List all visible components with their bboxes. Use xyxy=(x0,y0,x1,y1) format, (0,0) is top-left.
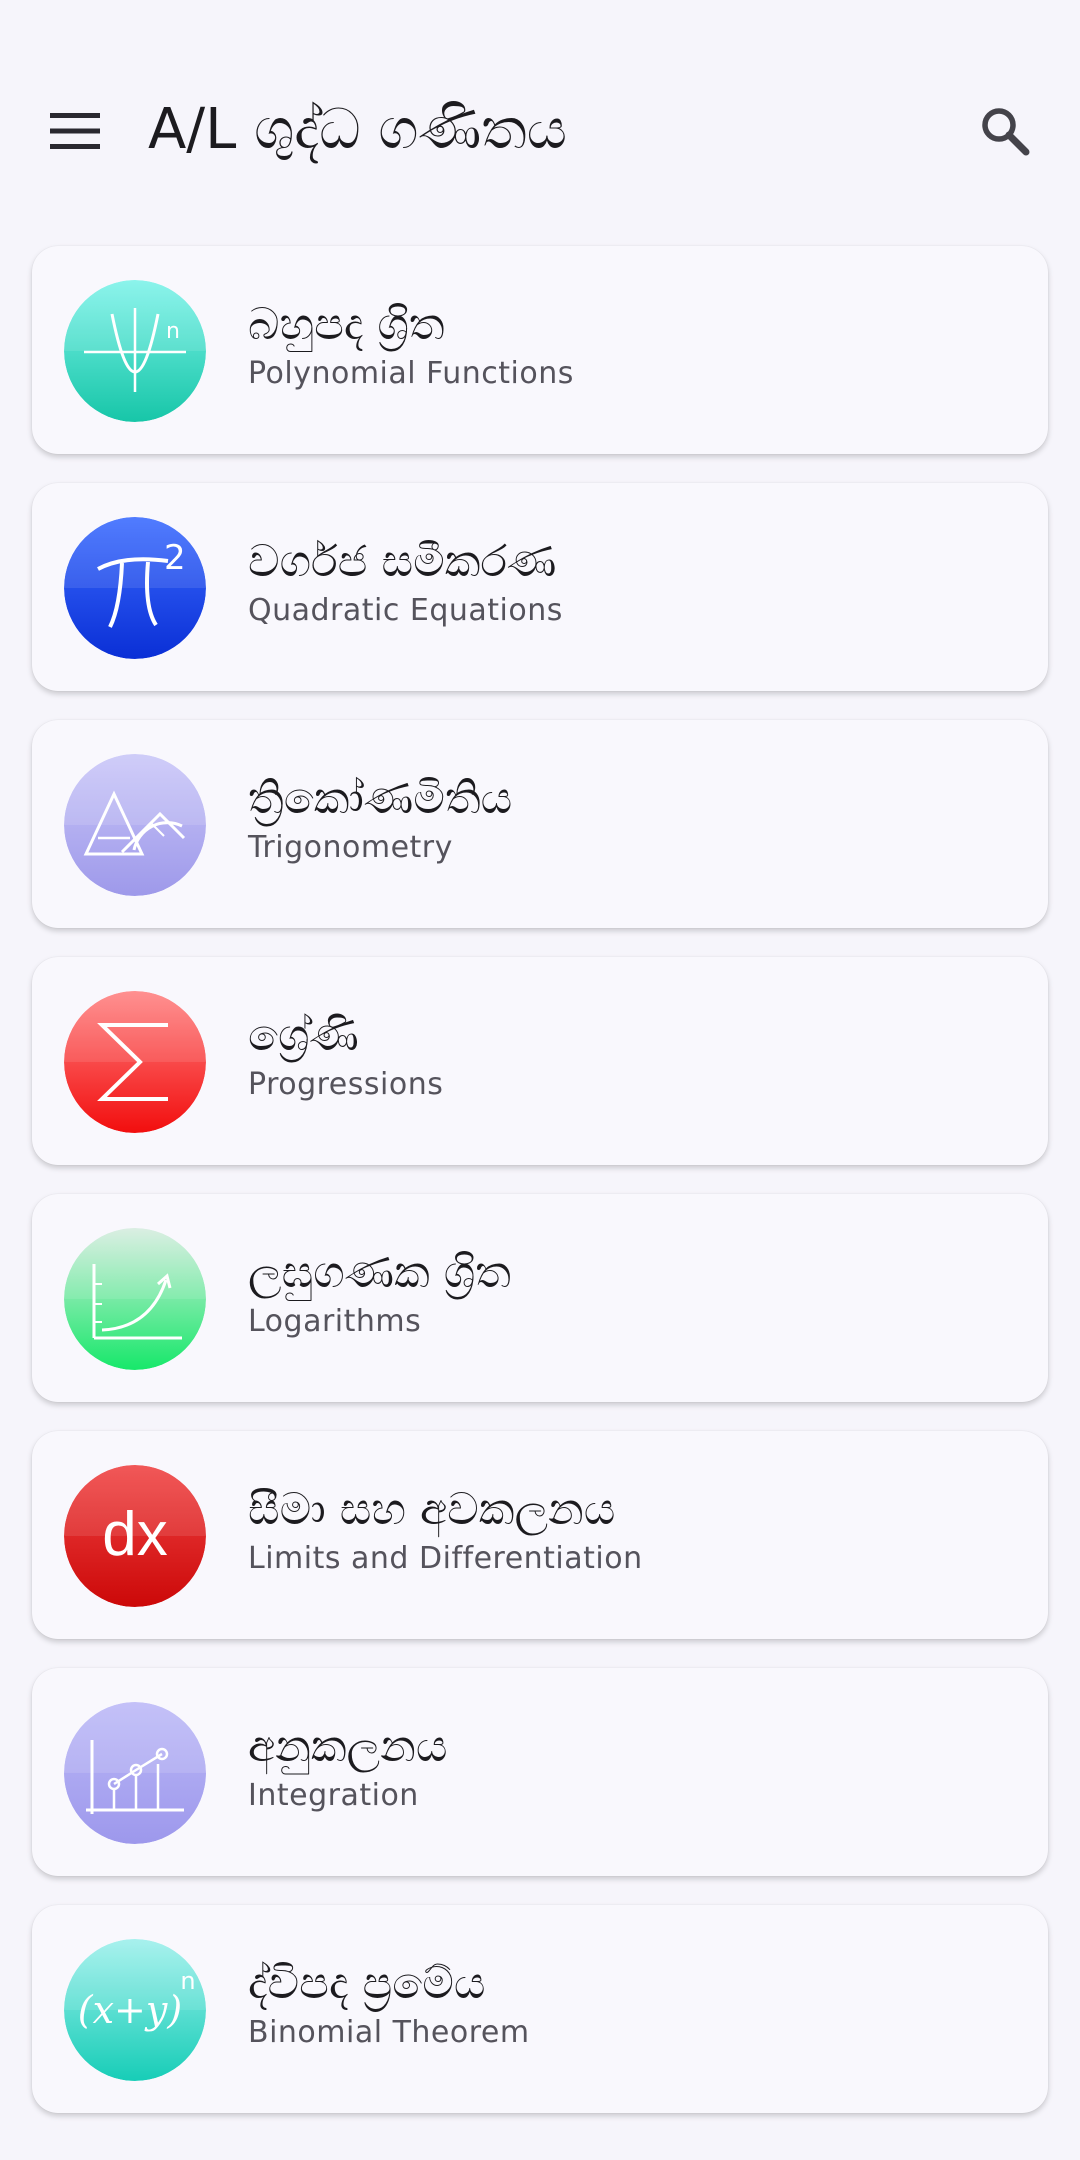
topic-title-si: ද්විපද ප්‍රමේය xyxy=(248,1958,486,2009)
svg-text:n: n xyxy=(180,1967,195,1995)
topic-title-en: Integration xyxy=(248,1778,419,1813)
topic-card-logarithms[interactable]: ලඝුගණක ශ්‍රිත Logarithms xyxy=(32,1194,1048,1402)
topic-title-si: සීමා සහ අවකලනය xyxy=(248,1484,616,1535)
topic-card-integration[interactable]: අනුකලනය Integration xyxy=(32,1668,1048,1876)
parabola-icon: n xyxy=(64,280,206,422)
topic-title-en: Polynomial Functions xyxy=(248,356,574,391)
topic-title-si: ත්‍රිකෝණමිතිය xyxy=(248,773,513,824)
topic-badge: 2 xyxy=(64,517,206,659)
topic-title-en: Binomial Theorem xyxy=(248,2015,530,2050)
search-icon xyxy=(982,108,1030,156)
exponential-curve-icon xyxy=(64,1228,206,1370)
topic-badge xyxy=(64,1702,206,1844)
sigma-icon xyxy=(64,991,206,1133)
topic-card-progressions[interactable]: ශ්‍රේණි Progressions xyxy=(32,957,1048,1165)
topic-card-binomial-theorem[interactable]: (x+y) n ද්විපද ප්‍රමේය Binomial Theorem xyxy=(32,1905,1048,2113)
topic-title-si: වර්ගජ සමීකරණ xyxy=(248,536,557,587)
topic-title-en: Limits and Differentiation xyxy=(248,1541,643,1576)
topic-badge xyxy=(64,1228,206,1370)
dx-icon: dx xyxy=(64,1465,206,1607)
topic-card-quadratic-equations[interactable]: 2 වර්ගජ සමීකරණ Quadratic Equations xyxy=(32,483,1048,691)
topic-card-trigonometry[interactable]: ත්‍රිකෝණමිතිය Trigonometry xyxy=(32,720,1048,928)
menu-button[interactable] xyxy=(40,96,110,166)
topic-title-si: බහුපද ශ්‍රිත xyxy=(248,299,445,350)
topic-badge: (x+y) n xyxy=(64,1939,206,2081)
bar-graph-icon xyxy=(64,1702,206,1844)
topic-list: n බහුපද ශ්‍රිත Polynomial Functions 2 වර… xyxy=(32,246,1048,2142)
topic-card-limits-and-differentiation[interactable]: dx සීමා සහ අවකලනය Limits and Differentia… xyxy=(32,1431,1048,1639)
topic-title-en: Logarithms xyxy=(248,1304,422,1339)
topic-title-si: අනුකලනය xyxy=(248,1721,448,1772)
topic-badge: n xyxy=(64,280,206,422)
topic-title-en: Trigonometry xyxy=(248,830,453,865)
topic-title-en: Progressions xyxy=(248,1067,444,1102)
topic-badge xyxy=(64,991,206,1133)
svg-text:dx: dx xyxy=(102,1500,167,1569)
topic-title-si: ශ්‍රේණි xyxy=(248,1010,359,1061)
svg-text:(x+y): (x+y) xyxy=(78,1988,182,2032)
topic-badge: dx xyxy=(64,1465,206,1607)
svg-text:n: n xyxy=(166,319,180,344)
page-title: A/L ශුද්ධ ගණිතය xyxy=(148,97,568,162)
topic-title-si: ලඝුගණක ශ්‍රිත xyxy=(248,1247,511,1298)
binomial-power-icon: (x+y) n xyxy=(64,1939,206,2081)
topic-title-en: Quadratic Equations xyxy=(248,593,563,628)
svg-text:2: 2 xyxy=(164,538,186,578)
protractor-triangle-icon xyxy=(64,754,206,896)
topic-badge xyxy=(64,754,206,896)
search-button[interactable] xyxy=(970,96,1040,166)
app-bar: A/L ශුද්ධ ගණිතය xyxy=(0,0,1080,240)
pi-squared-icon: 2 xyxy=(64,517,206,659)
topic-card-polynomial-functions[interactable]: n බහුපද ශ්‍රිත Polynomial Functions xyxy=(32,246,1048,454)
menu-icon xyxy=(50,113,100,149)
